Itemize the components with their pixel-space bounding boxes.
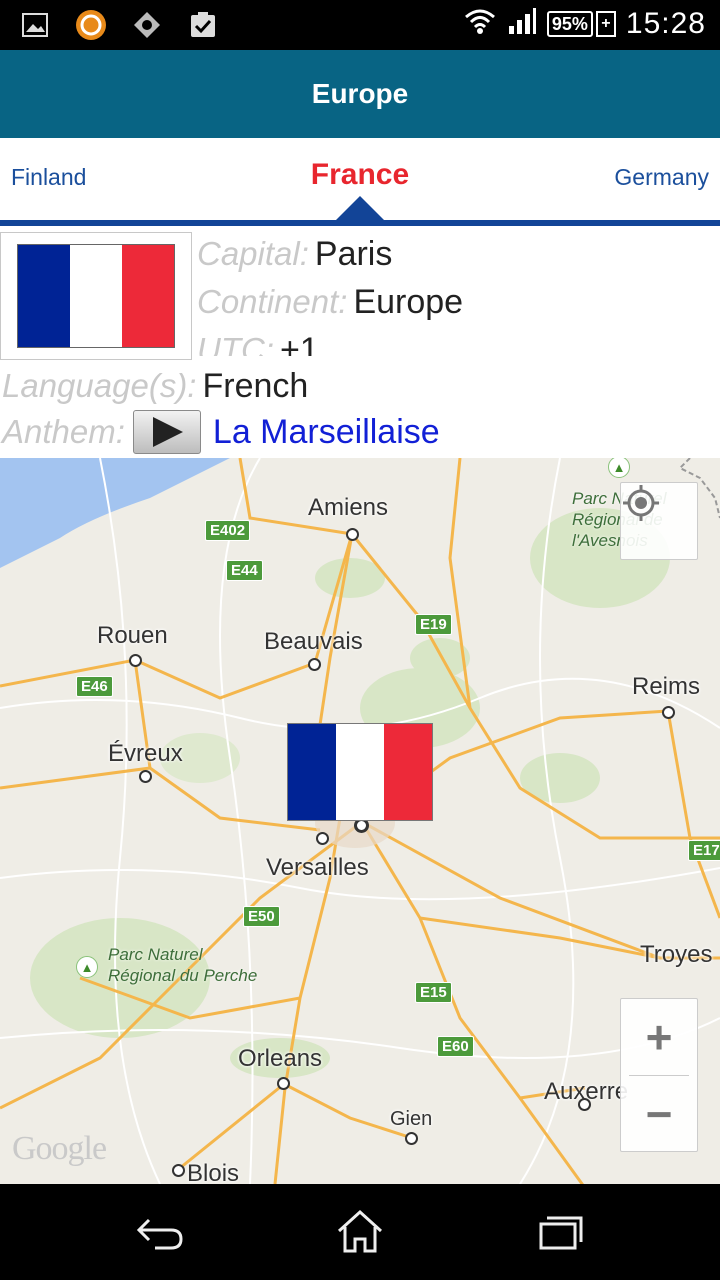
city-label-troyes: Troyes <box>640 941 713 968</box>
road-shield: E19 <box>415 614 452 635</box>
flag-frame <box>0 232 192 360</box>
charging-icon: + <box>595 10 616 37</box>
clipboard-check-icon <box>186 8 220 42</box>
utc-value: +1 <box>280 330 319 357</box>
app-bar: Europe <box>0 50 720 138</box>
city-label-evreux: Évreux <box>108 740 183 767</box>
utc-row: UTC: +1 <box>197 326 717 357</box>
battery-level: 95% <box>546 10 593 37</box>
road-shield: E46 <box>76 676 113 697</box>
capital-label: Capital: <box>197 235 309 272</box>
anthem-label: Anthem: <box>2 413 125 450</box>
battery-icon: 95% + <box>546 10 616 37</box>
flag-stripe-red <box>122 245 174 347</box>
zoom-out-button[interactable]: − <box>621 1076 697 1152</box>
road-shield: E44 <box>226 560 263 581</box>
map-view[interactable]: ▲ Parc Naturel Régional de l'Avesnois ▲ … <box>0 458 720 1184</box>
city-label-versailles: Versailles <box>266 854 369 881</box>
language-value: French <box>202 366 309 405</box>
city-dot <box>316 832 329 845</box>
park-label-perche: Parc Naturel Régional du Perche <box>108 944 257 986</box>
settings-notification-icon <box>130 8 164 42</box>
signal-icon <box>507 6 537 41</box>
flag-stripe-white <box>70 245 122 347</box>
city-dot-paris <box>354 818 369 833</box>
country-fields: Capital: Paris Continent: Europe UTC: +1 <box>197 230 717 357</box>
marker-stripe-blue <box>288 724 336 820</box>
city-dot <box>405 1132 418 1145</box>
status-bar: 95% + 15:28 <box>0 0 720 50</box>
tab-underline <box>0 220 720 226</box>
road-shield: E402 <box>205 520 251 541</box>
city-label-gien: Gien <box>390 1108 433 1130</box>
city-label-reims: Reims <box>632 673 701 700</box>
flag-stripe-blue <box>18 245 70 347</box>
anthem-link[interactable]: La Marseillaise <box>213 413 440 452</box>
city-dot <box>578 1098 591 1111</box>
continent-row: Continent: Europe <box>197 278 717 326</box>
road-shield: E60 <box>437 1036 474 1057</box>
tab-indicator <box>336 196 384 220</box>
city-label-beauvais: Beauvais <box>264 628 363 655</box>
home-icon <box>337 1209 383 1253</box>
city-label-blois: Blois <box>187 1160 240 1184</box>
google-attribution: Google <box>12 1130 107 1167</box>
wifi-icon <box>463 6 497 41</box>
capital-row: Capital: Paris <box>197 230 717 278</box>
city-dot <box>129 654 142 667</box>
recents-button[interactable] <box>530 1204 590 1260</box>
tab-next-country[interactable]: Germany <box>614 164 709 191</box>
capital-value: Paris <box>314 234 393 273</box>
country-flag <box>18 245 174 347</box>
navigation-bar <box>0 1184 720 1280</box>
city-dot <box>308 658 321 671</box>
continent-label: Continent: <box>197 283 348 320</box>
continent-value: Europe <box>353 282 464 321</box>
tab-current-country[interactable]: France <box>0 158 720 192</box>
city-dot <box>277 1077 290 1090</box>
city-dot <box>139 770 152 783</box>
language-row: Language(s): French <box>2 364 308 408</box>
location-target-icon <box>623 485 659 521</box>
clock: 15:28 <box>625 6 706 40</box>
city-label-orleans: Orleans <box>238 1045 323 1072</box>
marker-stripe-white <box>336 724 384 820</box>
zoom-in-button[interactable]: + <box>621 999 697 1075</box>
utc-label: UTC: <box>197 331 274 356</box>
country-tabs: Finland France Germany <box>0 138 720 228</box>
back-button[interactable] <box>130 1204 190 1260</box>
road-shield: E17 <box>688 840 720 861</box>
app-notification-icon <box>74 8 108 42</box>
city-dot <box>346 528 359 541</box>
recents-icon <box>539 1216 583 1250</box>
park-line-2: Régional du Perche <box>108 966 258 985</box>
country-map-marker[interactable] <box>288 724 432 820</box>
app-title: Europe <box>311 78 409 109</box>
city-label-rouen: Rouen <box>97 622 168 649</box>
zoom-controls: + − <box>620 998 698 1152</box>
park-icon: ▲ <box>76 956 98 978</box>
gallery-icon <box>18 8 52 42</box>
home-button[interactable] <box>330 1204 390 1260</box>
my-location-button[interactable] <box>620 482 698 560</box>
anthem-row: Anthem: La Marseillaise <box>2 410 440 454</box>
road-shield: E50 <box>243 906 280 927</box>
park-line-1: Parc Naturel <box>108 945 203 964</box>
road-shield: E15 <box>415 982 452 1003</box>
city-label-amiens: Amiens <box>308 494 389 521</box>
city-dot <box>662 706 675 719</box>
back-icon <box>136 1218 183 1250</box>
language-label: Language(s): <box>2 367 197 404</box>
country-info-panel: Capital: Paris Continent: Europe UTC: +1… <box>0 230 720 458</box>
play-icon <box>152 417 183 447</box>
marker-stripe-red <box>384 724 432 820</box>
anthem-play-button[interactable] <box>132 410 201 454</box>
city-dot <box>172 1164 185 1177</box>
